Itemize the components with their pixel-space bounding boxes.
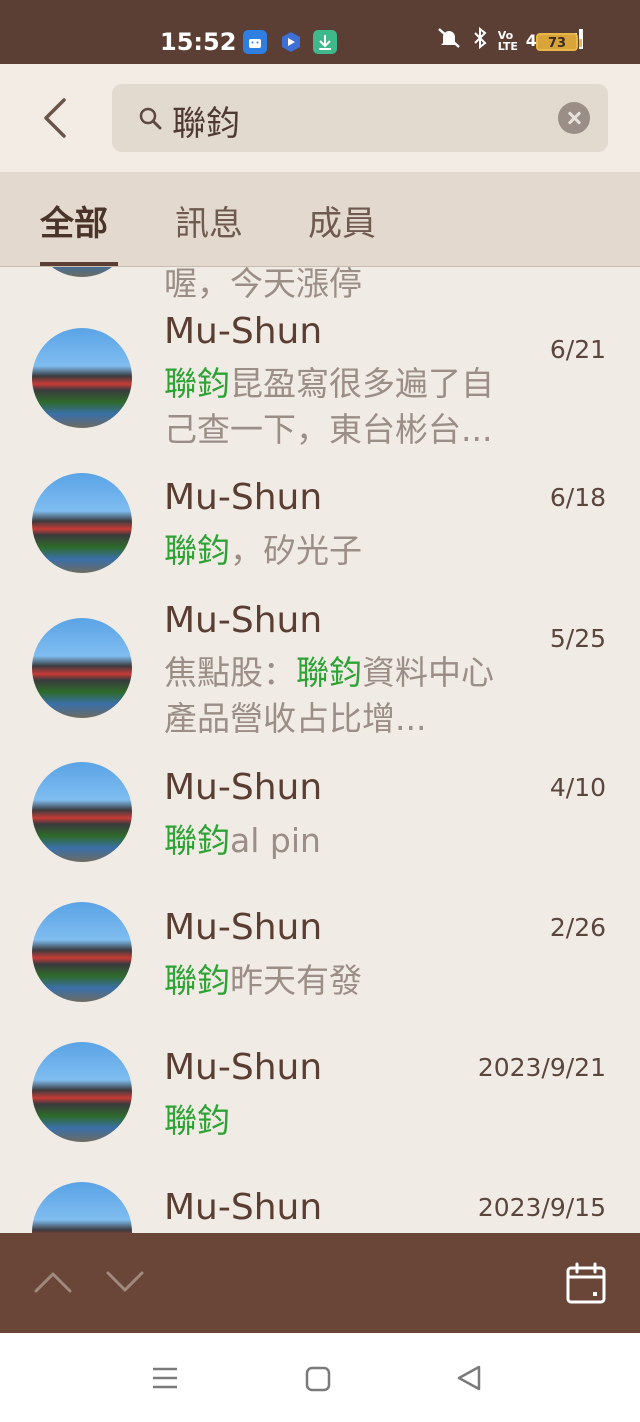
message-preview: 聯鈞昆盈寫很多遍了自己查一下，東台彬台... (164, 364, 494, 449)
android-icon (243, 30, 267, 54)
sender-name: Mu-Shun (164, 311, 323, 352)
tab-indicator (40, 262, 118, 266)
mute-icon (436, 26, 462, 55)
message-date: 2023/9/15 (477, 1193, 606, 1222)
tab-members[interactable]: 成員 (308, 196, 376, 245)
status-time: 15:52 (160, 28, 237, 56)
message-preview: 喔，今天漲停 (164, 267, 362, 303)
menu-icon[interactable] (152, 1366, 178, 1394)
back-icon[interactable] (456, 1364, 482, 1396)
app-icon (279, 30, 303, 54)
sender-name: Mu-Shun (164, 1187, 323, 1228)
tab-all[interactable]: 全部 (40, 196, 108, 245)
message-preview: 焦點股：聯鈞資料中心產品營收占比增... (164, 653, 494, 738)
message-date: 6/21 (549, 335, 606, 364)
message-date: 2023/9/21 (477, 1053, 606, 1082)
volte-label: Vo LTE (497, 28, 518, 53)
sender-name: Mu-Shun (164, 477, 323, 518)
search-results-list[interactable]: 喔，今天漲停 Mu-Shun 6/21 聯鈞昆盈寫很多遍了自己查一下，東台彬台.… (0, 267, 640, 1233)
sender-name: Mu-Shun (164, 1047, 323, 1088)
search-icon (138, 106, 164, 136)
avatar (32, 1042, 132, 1142)
avatar (32, 762, 132, 862)
sender-name: Mu-Shun (164, 600, 323, 641)
result-navigation-toolbar (0, 1233, 640, 1333)
bluetooth-icon (472, 26, 488, 55)
message-preview: 聯鈞，矽光子 (164, 531, 362, 570)
chevron-down-icon[interactable] (106, 1270, 144, 1298)
avatar (32, 473, 132, 573)
avatar (32, 267, 132, 277)
message-preview: 聯鈞al pin (164, 821, 321, 860)
chevron-up-icon[interactable] (34, 1270, 72, 1298)
message-date: 6/18 (549, 483, 606, 512)
message-date: 4/10 (549, 773, 606, 802)
avatar (32, 902, 132, 1002)
message-preview: 聯鈞 (164, 1101, 230, 1140)
sender-name: Mu-Shun (164, 767, 323, 808)
message-date: 5/25 (549, 624, 606, 653)
search-input[interactable]: 聯鈞 (172, 96, 240, 145)
sender-name: Mu-Shun (164, 907, 323, 948)
tab-messages[interactable]: 訊息 (175, 196, 243, 245)
close-icon[interactable] (558, 102, 590, 134)
chevron-left-icon[interactable] (40, 96, 70, 144)
calendar-icon[interactable] (566, 1262, 606, 1308)
message-preview: 聯鈞昨天有發 (164, 961, 362, 1000)
home-icon[interactable] (305, 1366, 331, 1396)
battery-icon: 73 (536, 33, 582, 51)
avatar (32, 1182, 132, 1233)
status-bar: 15:52 Vo LTE 4G 73 (0, 0, 640, 64)
message-date: 2/26 (549, 913, 606, 942)
avatar (32, 328, 132, 428)
avatar (32, 618, 132, 718)
download-icon (313, 30, 337, 54)
